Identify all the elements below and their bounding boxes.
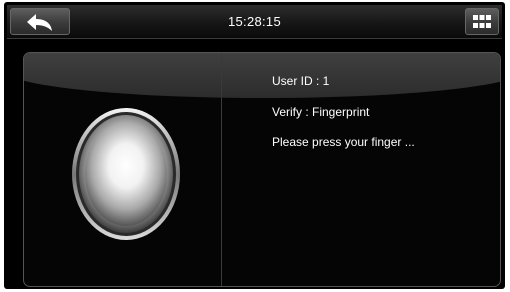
press-finger-prompt: Please press your finger ...: [272, 135, 415, 149]
fingerprint-sensor-icon: [71, 106, 181, 242]
verify-mode-text: Verify : Fingerprint: [272, 105, 370, 119]
panel-gloss: [24, 53, 500, 98]
top-bar: 15:28:15: [7, 5, 502, 39]
clock-time: 15:28:15: [227, 14, 281, 29]
device-screen: 15:28:15 User ID: 1 Verify: Fingerprin…: [4, 2, 505, 289]
verify-panel: User ID : 1 Verify : Fingerprint Please …: [23, 52, 501, 287]
grid-menu-icon: [473, 15, 491, 28]
user-id-text: User ID : 1: [272, 74, 330, 88]
menu-button[interactable]: [465, 8, 499, 35]
panel-divider: [221, 53, 222, 286]
